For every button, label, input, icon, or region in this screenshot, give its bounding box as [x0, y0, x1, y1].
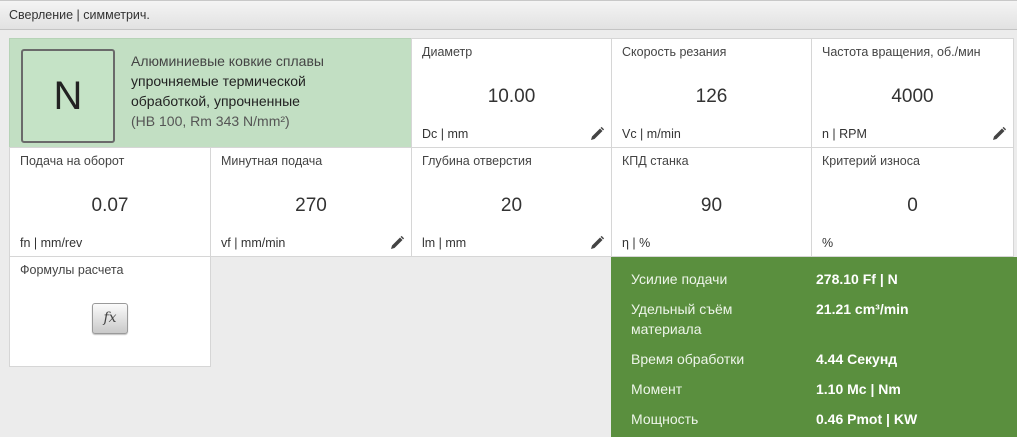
- result-label: Удельный съём материала: [631, 301, 733, 337]
- results-panel: Усилие подачи 278.10 Ff | N Удельный съё…: [611, 257, 1017, 437]
- hole-depth-tile[interactable]: Глубина отверстия 20 lm | mm: [411, 147, 612, 257]
- feed-per-min-tile[interactable]: Минутная подача 270 vf | mm/min: [210, 147, 412, 257]
- result-value: 21.21 cm³/min: [816, 301, 909, 317]
- result-label: Время обработки: [631, 351, 745, 367]
- cutting-speed-tile[interactable]: Скорость резания 126 Vc | m/min: [611, 38, 812, 148]
- result-label: Усилие подачи: [631, 271, 728, 287]
- material-condition-2: обработкой, упрочненные: [131, 93, 300, 109]
- spindle-speed-tile[interactable]: Частота вращения, об./мин 4000 n | RPM: [811, 38, 1014, 148]
- pencil-icon[interactable]: [991, 126, 1007, 142]
- efficiency-tile[interactable]: КПД станка 90 η | %: [611, 147, 812, 257]
- spindle-speed-label: Частота вращения, об./мин: [822, 45, 981, 59]
- feed-per-min-label: Минутная подача: [221, 154, 323, 168]
- result-label: Момент: [631, 381, 683, 397]
- formulas-tile: Формулы расчета fx: [9, 256, 211, 367]
- formulas-label: Формулы расчета: [20, 263, 124, 277]
- pencil-icon[interactable]: [589, 126, 605, 142]
- efficiency-value: 90: [700, 195, 723, 216]
- diameter-value: 10.00: [487, 86, 536, 107]
- material-hardness: (HB 100, Rm 343 N/mm²): [131, 113, 290, 129]
- wear-unit: %: [822, 236, 834, 250]
- wear-tile[interactable]: Критерий износа 0 %: [811, 147, 1014, 257]
- pencil-icon[interactable]: [389, 235, 405, 251]
- material-description: Алюминиевые ковкие сплавы упрочняемые те…: [131, 51, 324, 131]
- efficiency-label: КПД станка: [622, 154, 689, 168]
- diameter-unit: Dc | mm: [422, 127, 469, 141]
- feed-per-min-unit: vf | mm/min: [221, 236, 286, 250]
- cutting-speed-label: Скорость резания: [622, 45, 727, 59]
- result-value: 1.10 Mc | Nm: [816, 381, 901, 397]
- feed-per-rev-tile[interactable]: Подача на оборот 0.07 fn | mm/rev: [9, 147, 211, 257]
- feed-per-min-value: 270: [295, 195, 327, 216]
- pencil-icon[interactable]: [589, 235, 605, 251]
- formulas-button[interactable]: fx: [92, 303, 128, 334]
- page-title: Сверление | симметрич.: [9, 8, 150, 22]
- spindle-speed-value: 4000: [891, 86, 934, 107]
- feed-per-rev-unit: fn | mm/rev: [20, 236, 83, 250]
- hole-depth-unit: lm | mm: [422, 236, 467, 250]
- material-name: Алюминиевые ковкие сплавы: [131, 53, 324, 69]
- efficiency-unit: η | %: [622, 236, 651, 250]
- spindle-speed-unit: n | RPM: [822, 127, 867, 141]
- material-tile[interactable]: N Алюминиевые ковкие сплавы упрочняемые …: [9, 38, 412, 148]
- feed-per-rev-value: 0.07: [91, 195, 129, 216]
- wear-label: Критерий износа: [822, 154, 920, 168]
- hole-depth-label: Глубина отверстия: [422, 154, 532, 168]
- result-value: 0.46 Pmot | KW: [816, 411, 918, 427]
- hole-depth-value: 20: [500, 195, 523, 216]
- result-value: 278.10 Ff | N: [816, 271, 898, 287]
- cutting-speed-value: 126: [695, 86, 728, 107]
- material-group-badge: N: [21, 49, 115, 143]
- feed-per-rev-label: Подача на оборот: [20, 154, 125, 168]
- wear-value: 0: [907, 195, 918, 216]
- title-bar: Сверление | симметрич.: [0, 0, 1017, 30]
- cutting-speed-unit: Vc | m/min: [622, 127, 681, 141]
- diameter-tile[interactable]: Диаметр 10.00 Dc | mm: [411, 38, 612, 148]
- result-label: Мощность: [631, 411, 699, 427]
- material-condition-1: упрочняемые термической: [131, 73, 306, 89]
- diameter-label: Диаметр: [422, 45, 473, 59]
- result-value: 4.44 Секунд: [816, 351, 898, 367]
